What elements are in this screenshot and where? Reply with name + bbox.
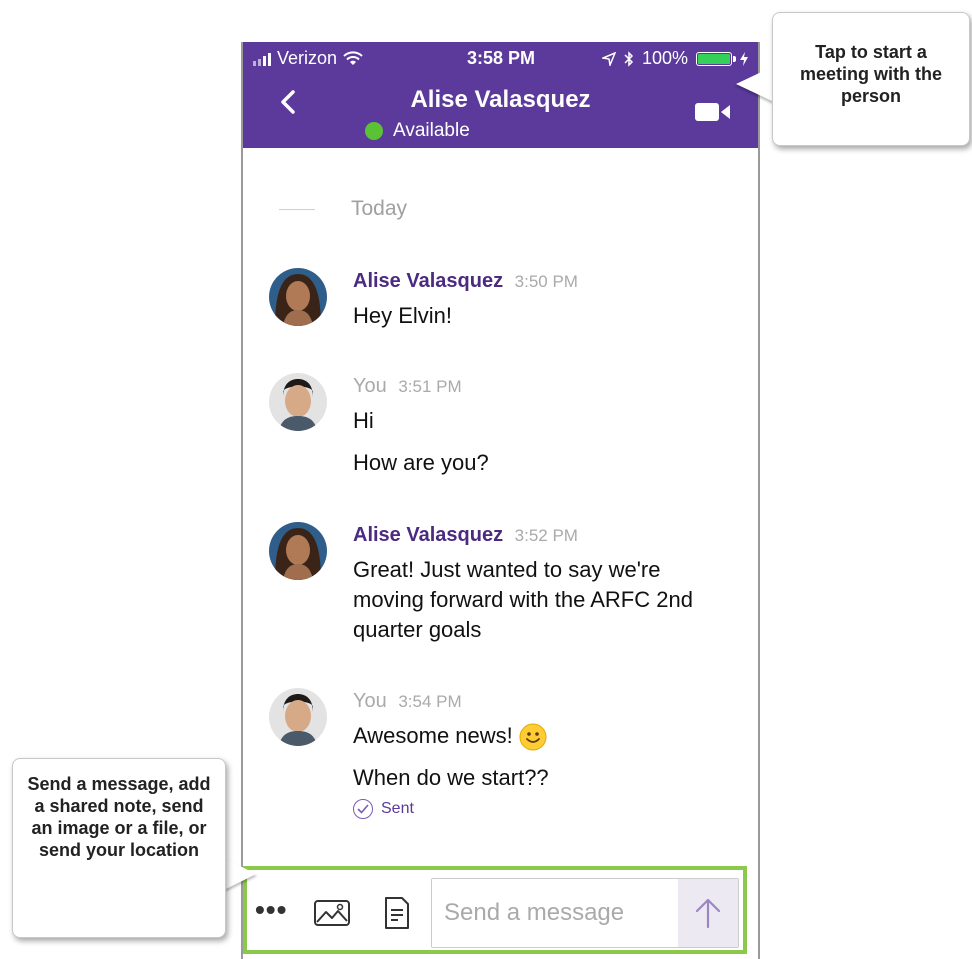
image-icon[interactable] [313,898,351,928]
more-icon[interactable]: ••• [255,896,287,924]
presence-status: Available [365,120,470,142]
callout-pointer [736,66,774,102]
message-time: 3:54 PM [398,692,462,711]
date-divider: Today [279,197,407,221]
message-text-content: Awesome news! [353,723,513,748]
check-circle-icon [353,799,373,820]
message-status: Sent [353,799,739,820]
callout-pointer [224,858,256,890]
message-sender[interactable]: Alise Valasquez [353,524,503,546]
avatar[interactable] [269,688,327,746]
signal-icon [253,52,271,66]
message-sender[interactable]: Alise Valasquez [353,270,503,292]
message-text[interactable]: Hey Elvin! [353,301,739,331]
message-time: 3:52 PM [514,526,578,545]
message-text[interactable]: How are you? [353,448,739,478]
date-divider-label: Today [351,197,408,220]
status-bar: Verizon 3:58 PM 100% [243,42,758,74]
send-arrow-icon [695,898,721,929]
smiley-emoji-icon [519,723,547,751]
send-button[interactable] [678,879,738,947]
presence-dot-icon [365,122,383,140]
wifi-icon [343,50,363,65]
message-time: 3:50 PM [514,272,578,291]
message-input[interactable] [432,879,678,947]
message-sender: You [353,690,387,712]
battery-percent: 100% [641,48,688,68]
charging-bolt-icon [740,51,748,66]
message-sender: You [353,375,387,397]
message-composer: ••• [243,866,747,954]
status-time: 3:58 PM [467,48,536,68]
message-text[interactable]: Hi [353,406,739,436]
location-arrow-icon [601,51,616,66]
avatar[interactable] [269,268,327,326]
message-text[interactable]: When do we start?? [353,763,739,793]
carrier-label: Verizon [277,48,338,68]
note-icon[interactable] [383,896,411,930]
message-time: 3:51 PM [398,377,462,396]
contact-name[interactable]: Alise Valasquez [243,86,758,114]
bluetooth-icon [624,50,634,67]
presence-label: Available [393,120,470,141]
message-input-wrapper [431,878,739,948]
composer-callout: Send a message, add a shared note, send … [12,758,226,938]
sent-status-label: Sent [381,800,414,818]
avatar[interactable] [269,373,327,431]
avatar[interactable] [269,522,327,580]
phone-screen: Verizon 3:58 PM 100% Alise Valasquez Ava… [241,42,760,959]
message-text[interactable]: Awesome news! [353,721,739,751]
battery-icon [696,51,736,66]
video-callout: Tap to start a meeting with the person [772,12,970,146]
message-text[interactable]: Great! Just wanted to say we're moving f… [353,555,723,645]
chat-header: Alise Valasquez Available [243,74,758,148]
video-camera-icon[interactable] [694,100,732,124]
